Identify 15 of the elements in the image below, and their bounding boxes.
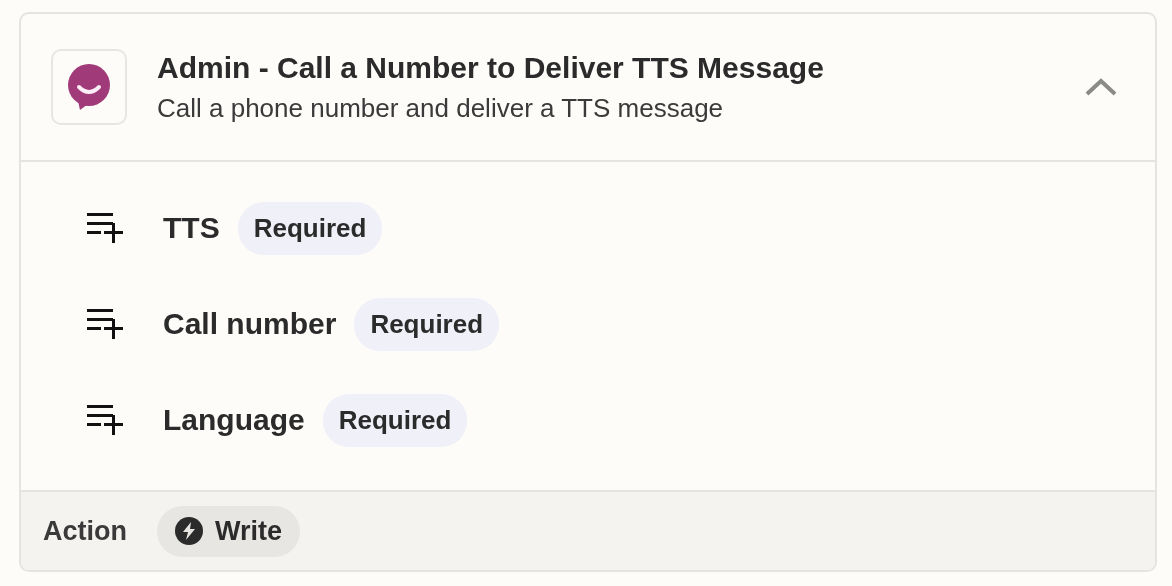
write-chip: Write	[157, 505, 300, 557]
required-badge: Required	[237, 201, 383, 255]
required-badge: Required	[322, 393, 468, 447]
list-add-icon	[87, 309, 125, 339]
chevron-up-icon[interactable]	[1085, 77, 1117, 97]
footer-label: Action	[43, 515, 127, 547]
list-add-icon	[87, 213, 125, 243]
field-label: TTS	[163, 211, 220, 245]
card-title: Admin - Call a Number to Deliver TTS Message	[157, 50, 825, 85]
card-subtitle: Call a phone number and deliver a TTS message	[157, 92, 725, 124]
required-badge: Required	[354, 297, 500, 351]
list-add-icon	[87, 405, 125, 435]
field-label: Language	[163, 403, 305, 437]
bolt-icon	[175, 517, 203, 545]
field-label: Call number	[163, 307, 337, 341]
